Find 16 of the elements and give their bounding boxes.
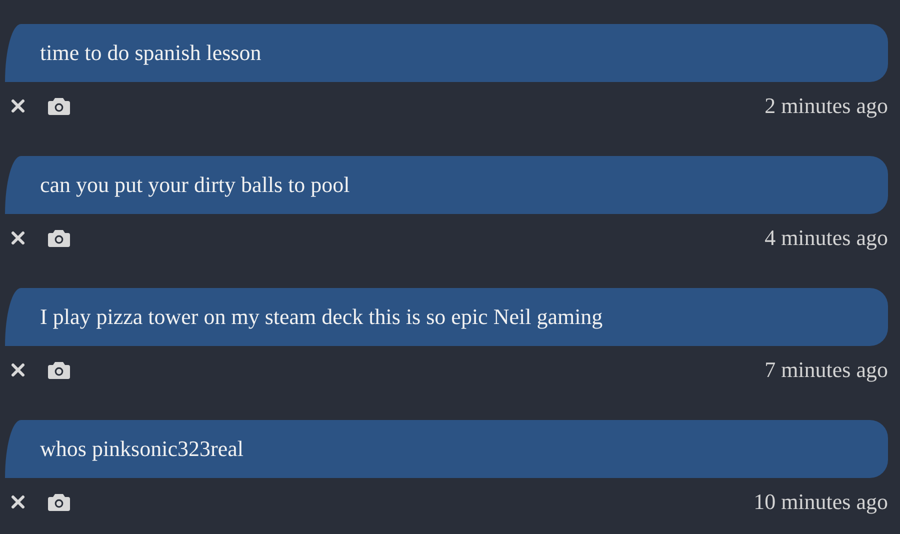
camera-icon[interactable] (48, 361, 70, 379)
close-icon[interactable] (11, 99, 25, 113)
timestamp: 2 minutes ago (764, 93, 888, 119)
timestamp: 10 minutes ago (754, 489, 888, 515)
timestamp: 4 minutes ago (764, 225, 888, 251)
message-bubble: I play pizza tower on my steam deck this is so epic Neil gaming (5, 288, 888, 346)
timestamp: 7 minutes ago (764, 357, 888, 383)
close-icon[interactable] (11, 363, 25, 377)
camera-icon[interactable] (48, 493, 70, 511)
message-bubble: can you put your dirty balls to pool (5, 156, 888, 214)
message-bubble: whos pinksonic323real (5, 420, 888, 478)
close-icon[interactable] (11, 495, 25, 509)
message-bubble: time to do spanish lesson (5, 24, 888, 82)
camera-icon[interactable] (48, 229, 70, 247)
camera-icon[interactable] (48, 97, 70, 115)
close-icon[interactable] (11, 231, 25, 245)
